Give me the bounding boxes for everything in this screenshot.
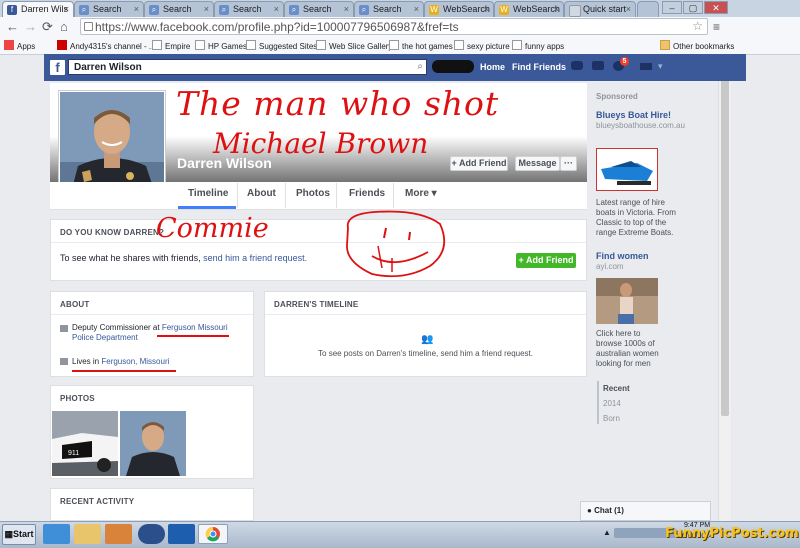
media-player-icon[interactable] [105,524,132,544]
annotation-eye [383,227,387,239]
windows-logo-icon: ▦ [4,529,13,539]
start-button[interactable]: ▦Start [2,524,36,545]
mail-icon[interactable] [168,524,195,544]
chrome-taskbar-button[interactable] [198,524,228,544]
chrome-icon [205,526,220,542]
hp-icon[interactable] [138,524,165,544]
annotation-eye [408,231,411,241]
annotation-commie: Commie [156,213,269,244]
watermark: FunnyPicPost.com [665,526,799,541]
annotation-layer [346,210,446,278]
ie-icon[interactable] [43,524,70,544]
explorer-icon[interactable] [74,524,101,544]
annotation-line1: The man who shot [176,84,500,123]
annotation-scribble [377,245,393,272]
annotation-circle [346,210,446,278]
tray-expand-icon[interactable]: ▲ [603,528,611,537]
annotation-line2: Michael Brown [213,127,429,160]
